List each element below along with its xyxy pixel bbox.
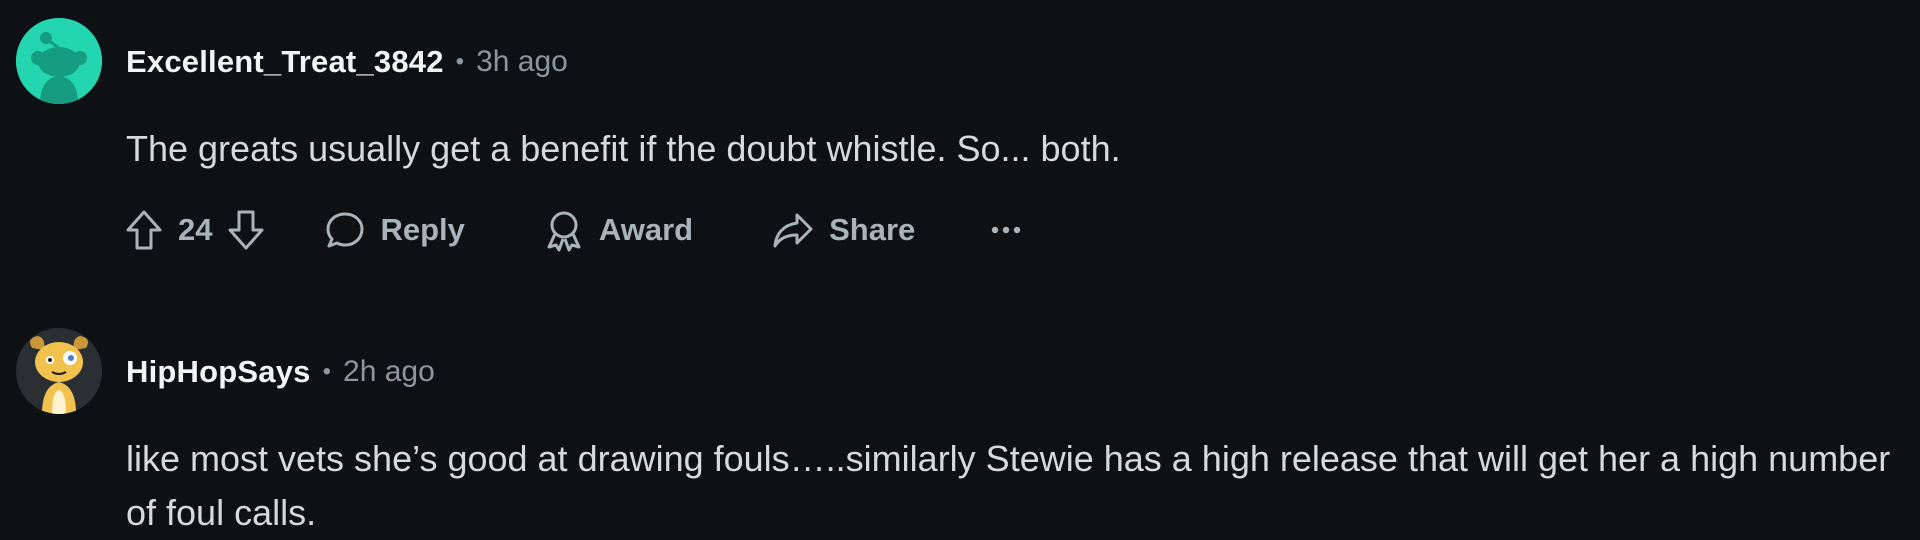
speech-bubble-icon <box>326 212 364 248</box>
award-label: Award <box>598 212 694 247</box>
author-line: HipHopSays • 2h ago <box>126 352 435 392</box>
reply-label: Reply <box>380 212 465 247</box>
upvote-button[interactable] <box>124 208 164 252</box>
award-ribbon-icon <box>547 211 581 252</box>
share-label: Share <box>829 212 916 247</box>
comment-body: The greats usually get a benefit if the … <box>126 128 1121 169</box>
downvote-arrow-icon <box>228 210 264 250</box>
share-button[interactable]: Share <box>771 209 915 251</box>
separator-dot: • <box>455 48 465 75</box>
award-button[interactable]: Award <box>543 208 693 252</box>
vote-count: 24 <box>178 212 213 247</box>
username[interactable]: HipHopSays <box>126 354 311 390</box>
ellipsis-icon <box>992 226 1021 234</box>
more-options-button[interactable] <box>991 225 1021 235</box>
avatar[interactable] <box>16 328 102 414</box>
timestamp[interactable]: 2h ago <box>343 355 435 389</box>
share-arrow-icon <box>773 213 813 248</box>
timestamp[interactable]: 3h ago <box>476 45 568 79</box>
downvote-button[interactable] <box>226 208 266 252</box>
username[interactable]: Excellent_Treat_3842 <box>126 44 444 80</box>
separator-dot: • <box>322 358 332 385</box>
author-line: Excellent_Treat_3842 • 3h ago <box>126 42 568 82</box>
dog-mascot-avatar-icon <box>16 328 102 414</box>
avatar[interactable] <box>16 18 102 104</box>
comment-actions: 24 Reply Award Share <box>124 200 1021 260</box>
upvote-arrow-icon <box>126 210 162 250</box>
reply-button[interactable]: Reply <box>324 209 465 251</box>
snoo-avatar-icon <box>16 18 102 104</box>
comment-body: like most vets she’s good at drawing fou… <box>126 438 1891 533</box>
